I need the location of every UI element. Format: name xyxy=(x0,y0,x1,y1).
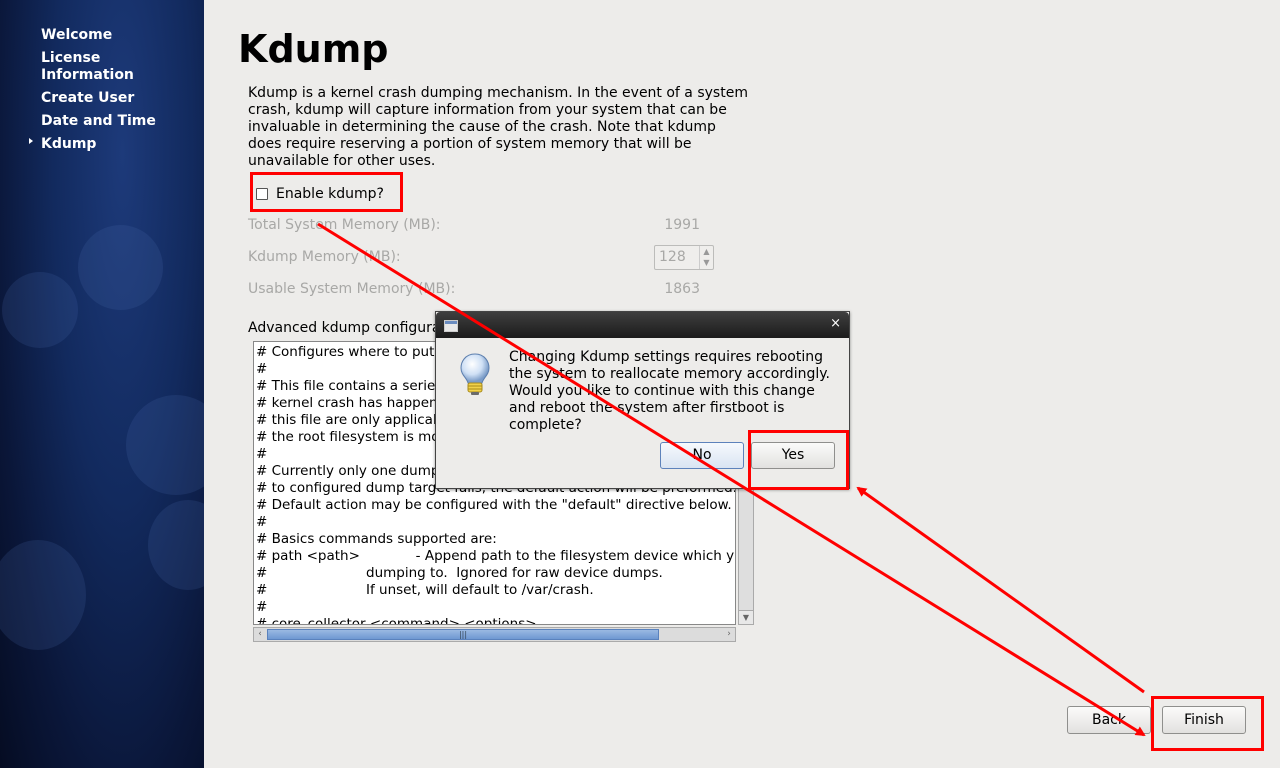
total-memory-value: 1991 xyxy=(664,217,700,233)
sidebar-item-kdump: Kdump xyxy=(41,136,97,152)
spin-down-icon[interactable]: ▼ xyxy=(700,257,713,268)
reboot-confirm-dialog: × Changing Kdump settings requires reboo… xyxy=(435,311,850,489)
back-button[interactable]: Back xyxy=(1067,706,1151,734)
enable-kdump-checkbox[interactable]: Enable kdump? xyxy=(256,186,384,202)
scroll-left-icon[interactable]: ‹ xyxy=(254,628,266,641)
sidebar: Welcome License Information Create User … xyxy=(0,0,204,768)
horizontal-scrollbar[interactable]: ‹ ||| › xyxy=(253,627,736,642)
window-icon xyxy=(444,320,458,332)
spin-up-icon[interactable]: ▲ xyxy=(700,246,713,257)
dialog-message: Changing Kdump settings requires rebooti… xyxy=(509,349,830,433)
close-icon[interactable]: × xyxy=(830,316,841,331)
kdump-memory-label: Kdump Memory (MB): xyxy=(248,249,401,265)
no-button[interactable]: No xyxy=(660,442,744,469)
finish-button[interactable]: Finish xyxy=(1162,706,1246,734)
sidebar-decoration xyxy=(126,395,204,495)
usable-memory-label: Usable System Memory (MB): xyxy=(248,281,456,297)
current-step-arrow-icon xyxy=(29,138,33,144)
enable-kdump-label: Enable kdump? xyxy=(276,186,384,202)
advanced-config-label: Advanced kdump configurat xyxy=(248,320,446,336)
kdump-memory-value[interactable]: 128 xyxy=(659,249,686,265)
dialog-titlebar[interactable]: × xyxy=(436,312,849,338)
kdump-memory-spinner[interactable]: 128 ▲ ▼ xyxy=(654,245,714,270)
sidebar-decoration xyxy=(78,225,163,310)
scroll-right-icon[interactable]: › xyxy=(723,628,735,641)
sidebar-decoration xyxy=(148,500,204,590)
annotation-arrow-to-yes xyxy=(856,486,1145,694)
lightbulb-icon xyxy=(460,353,490,395)
scroll-down-icon[interactable]: ▼ xyxy=(739,610,753,624)
page-title: Kdump xyxy=(238,27,389,71)
sidebar-item-welcome: Welcome xyxy=(41,27,113,43)
sidebar-item-license-information: License Information xyxy=(41,50,134,83)
sidebar-decoration xyxy=(2,272,78,348)
yes-button[interactable]: Yes xyxy=(751,442,835,469)
sidebar-item-create-user: Create User xyxy=(41,90,135,106)
total-memory-label: Total System Memory (MB): xyxy=(248,217,441,233)
checkbox-box[interactable] xyxy=(256,188,268,200)
scrollbar-thumb[interactable]: ||| xyxy=(267,629,659,640)
sidebar-decoration xyxy=(0,540,86,650)
sidebar-item-date-and-time: Date and Time xyxy=(41,113,156,129)
usable-memory-value: 1863 xyxy=(664,281,700,297)
kdump-description: Kdump is a kernel crash dumping mechanis… xyxy=(248,85,748,169)
